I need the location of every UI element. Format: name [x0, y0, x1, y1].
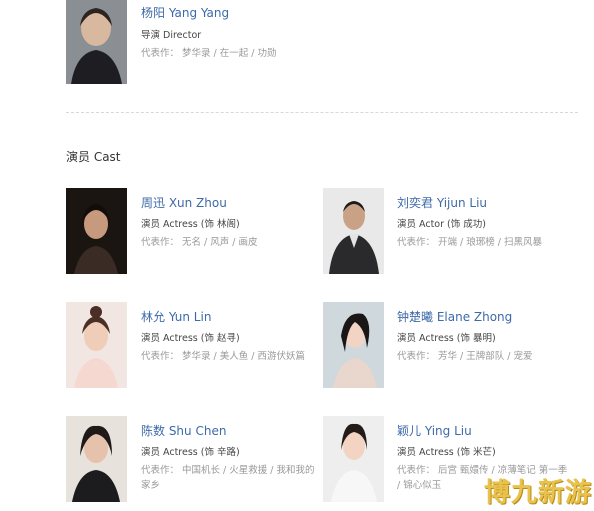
- cast-photo: [323, 416, 384, 502]
- cast-works: 代表作： 中国机长 / 火星救援 / 我和我的: [141, 465, 315, 476]
- director-works: 代表作： 梦华录 / 在一起 / 功勋: [141, 48, 277, 59]
- director-photo: [66, 0, 127, 84]
- cast-name[interactable]: 陈数 Shu Chen: [141, 422, 226, 439]
- cast-photo: [323, 188, 384, 274]
- cast-works: 代表作： 芳华 / 王牌部队 / 宠爱: [397, 351, 533, 362]
- section-divider: [66, 112, 578, 113]
- cast-section-title: 演员 Cast: [66, 150, 121, 164]
- watermark: 博九新游: [484, 478, 593, 508]
- cast-role: 演员 Actress (饰 辛路): [141, 447, 240, 458]
- cast-role: 演员 Actress (饰 米芒): [397, 447, 496, 458]
- cast-role: 演员 Actress (饰 赵寻): [141, 333, 240, 344]
- cast-photo: [66, 416, 127, 502]
- cast-name[interactable]: 周迅 Xun Zhou: [141, 194, 227, 211]
- cast-photo: [66, 188, 127, 274]
- cast-name[interactable]: 钟楚曦 Elane Zhong: [397, 308, 512, 325]
- director-role: 导演 Director: [141, 30, 202, 41]
- cast-works-continued: 家乡: [141, 480, 161, 491]
- cast-name[interactable]: 颖儿 Ying Liu: [397, 422, 472, 439]
- cast-works: 代表作： 开端 / 琅琊榜 / 扫黑风暴: [397, 237, 543, 248]
- cast-role: 演员 Actress (饰 林阁): [141, 219, 240, 230]
- cast-works-continued: / 锦心似玉: [397, 480, 442, 491]
- cast-role: 演员 Actress (饰 暴明): [397, 333, 496, 344]
- cast-name[interactable]: 刘奕君 Yijun Liu: [397, 194, 487, 211]
- cast-role: 演员 Actor (饰 成功): [397, 219, 486, 230]
- cast-name[interactable]: 林允 Yun Lin: [141, 308, 211, 325]
- cast-photo: [323, 302, 384, 388]
- cast-photo: [66, 302, 127, 388]
- cast-works: 代表作： 无名 / 风声 / 画皮: [141, 237, 258, 248]
- director-name[interactable]: 杨阳 Yang Yang: [141, 4, 229, 21]
- cast-works: 代表作： 梦华录 / 美人鱼 / 西游伏妖篇: [141, 351, 306, 362]
